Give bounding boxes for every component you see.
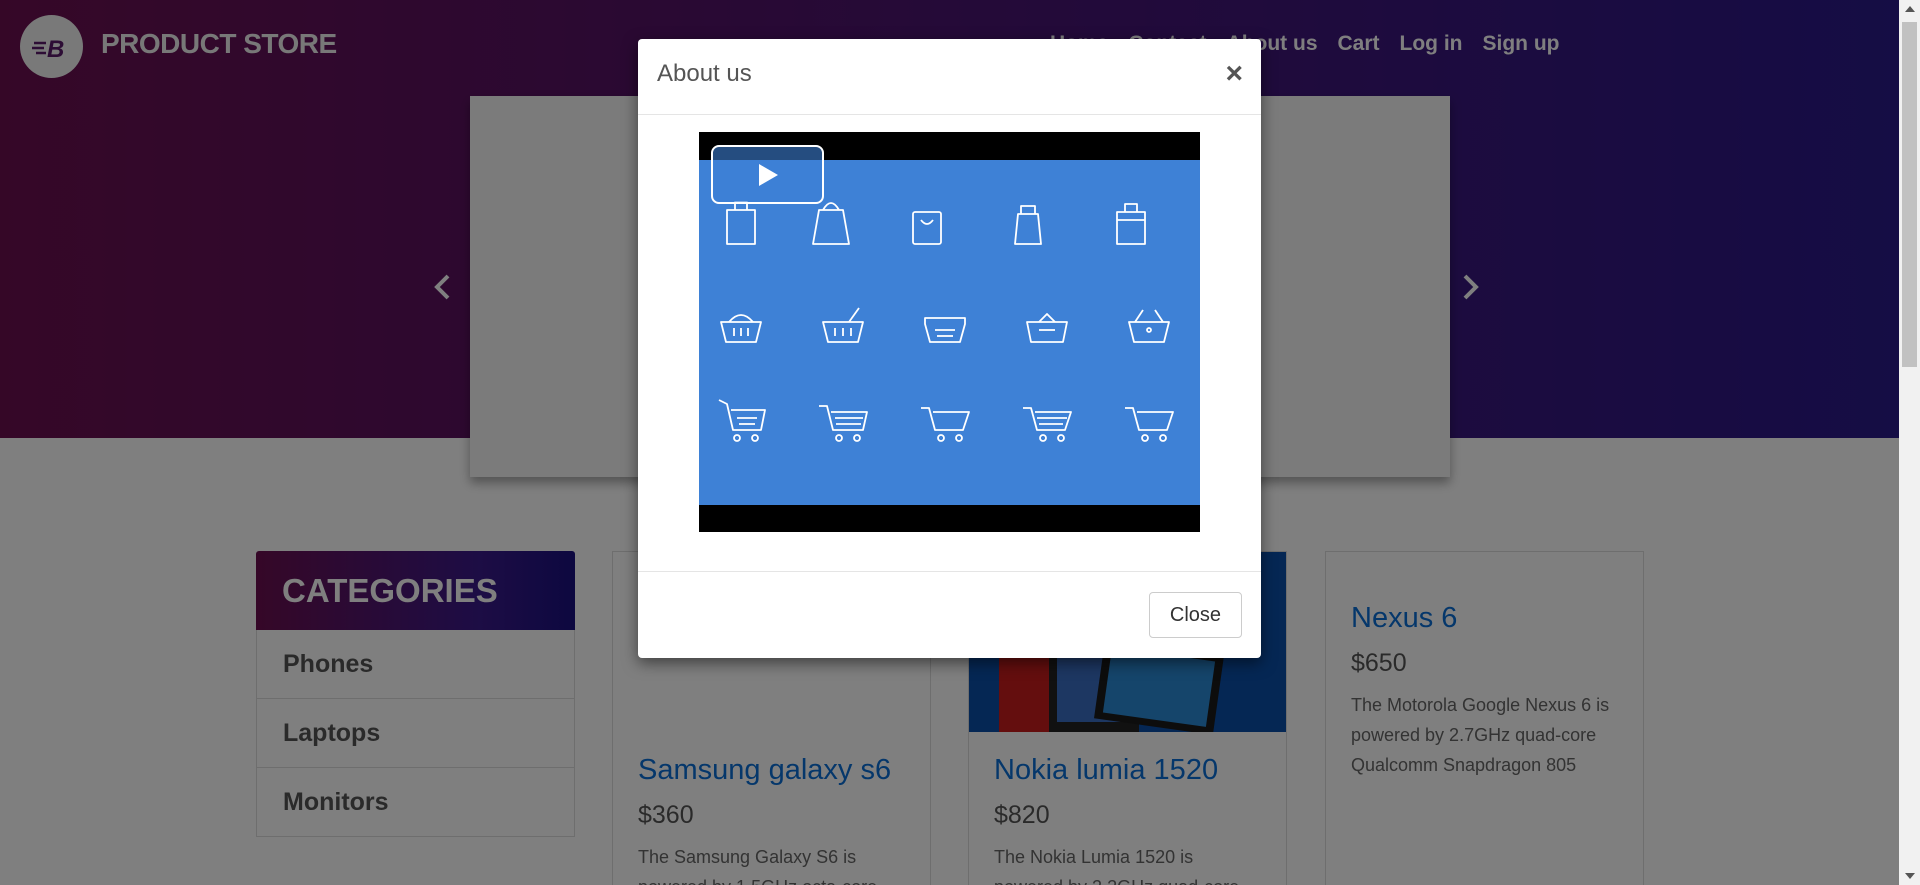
scroll-thumb[interactable] bbox=[1902, 22, 1917, 367]
about-us-modal: About us × Close bbox=[638, 39, 1261, 658]
basket-icon bbox=[1128, 309, 1170, 343]
page-scrollbar[interactable] bbox=[1899, 0, 1920, 885]
close-button[interactable]: Close bbox=[1149, 592, 1242, 638]
play-icon bbox=[758, 163, 778, 186]
shopping-cart-icon bbox=[921, 407, 970, 442]
video-play-button[interactable] bbox=[711, 145, 824, 204]
basket-icon bbox=[720, 314, 762, 343]
scroll-down-icon[interactable] bbox=[1899, 867, 1920, 885]
shopping-cart-icon bbox=[1023, 407, 1072, 442]
shopping-bag-icon bbox=[912, 211, 942, 245]
scroll-up-icon[interactable] bbox=[1899, 0, 1920, 18]
shopping-cart-icon bbox=[718, 399, 766, 442]
shopping-bag-icon bbox=[1014, 205, 1042, 245]
about-video[interactable] bbox=[699, 132, 1200, 532]
video-icon-grid bbox=[718, 201, 1174, 442]
modal-title: About us bbox=[657, 60, 752, 87]
modal-header: About us × bbox=[638, 39, 1261, 115]
close-icon[interactable]: × bbox=[1225, 59, 1243, 89]
shopping-bag-icon bbox=[1116, 203, 1146, 245]
basket-icon bbox=[1026, 313, 1068, 343]
shopping-bag-icon bbox=[726, 201, 756, 245]
shopping-cart-icon bbox=[819, 405, 868, 442]
shopping-cart-icon bbox=[1125, 407, 1174, 442]
modal-footer: Close bbox=[638, 571, 1261, 658]
basket-icon bbox=[822, 307, 864, 343]
shopping-bag-icon bbox=[812, 202, 850, 245]
basket-icon bbox=[924, 317, 966, 343]
